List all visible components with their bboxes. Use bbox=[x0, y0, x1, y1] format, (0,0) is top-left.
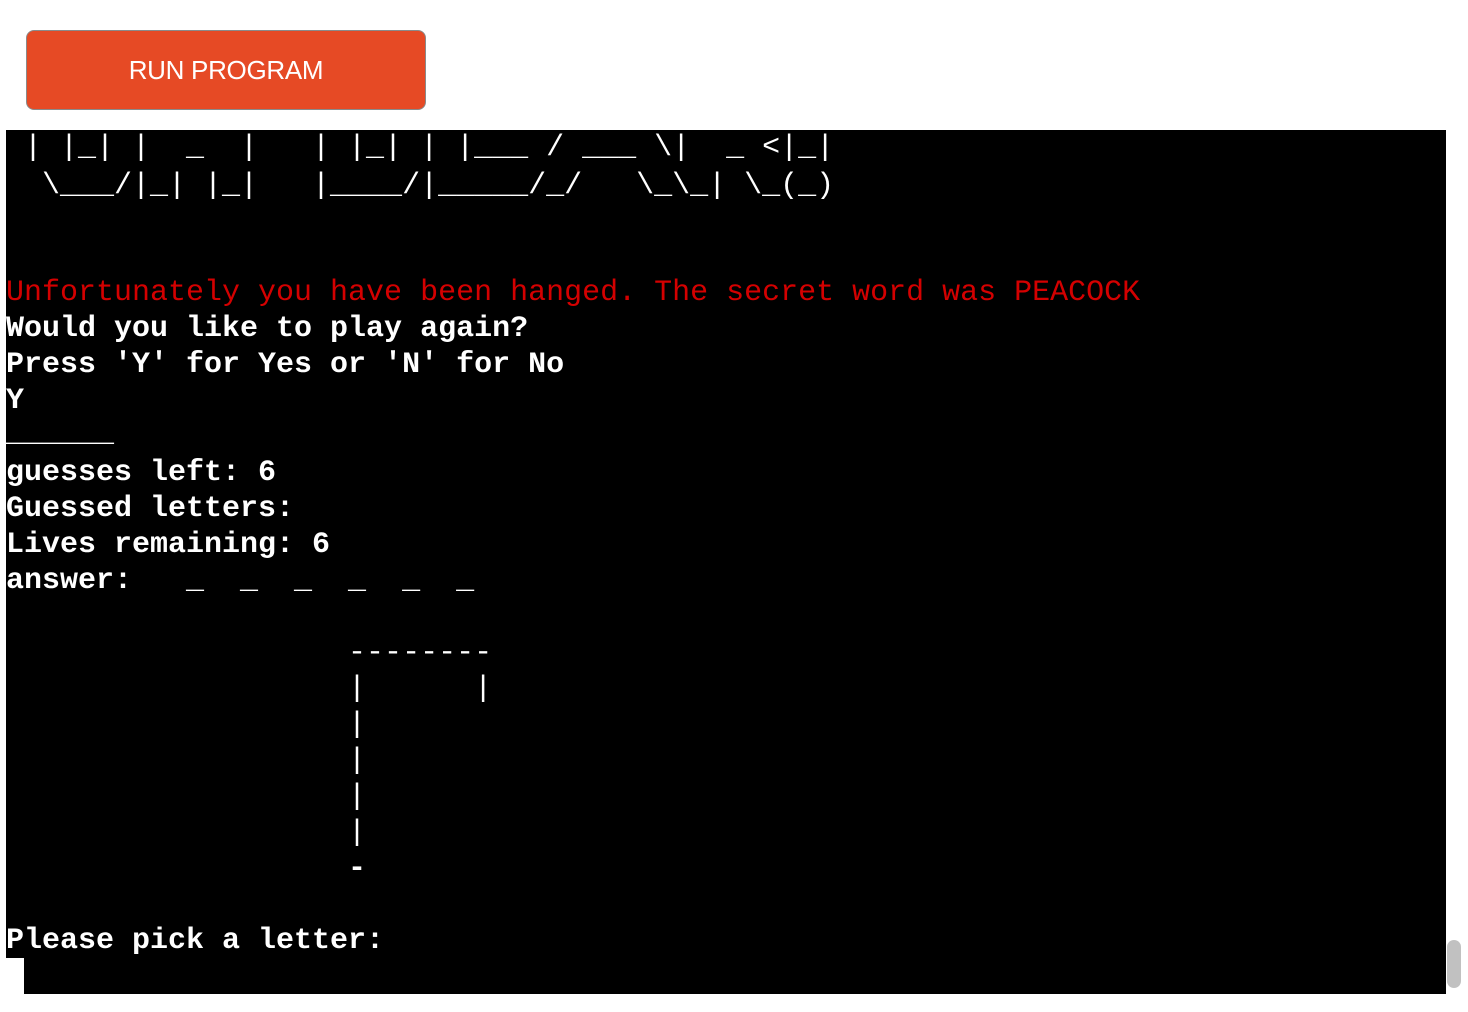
gallows-line: | bbox=[6, 708, 367, 742]
lost-message: Unfortunately you have been hanged. The … bbox=[6, 276, 1141, 310]
gallows-line: | bbox=[6, 816, 367, 850]
gallows-line: -------- bbox=[6, 636, 493, 670]
play-again-options: Press 'Y' for Yes or 'N' for No bbox=[6, 348, 565, 382]
scrollbar-thumb[interactable] bbox=[1447, 940, 1461, 988]
lives-remaining: Lives remaining: 6 bbox=[6, 528, 331, 562]
run-program-button[interactable]: RUN PROGRAM bbox=[26, 30, 426, 110]
separator-line: ______ bbox=[6, 417, 115, 451]
user-input-echo: Y bbox=[6, 384, 25, 418]
terminal-cursor-gap bbox=[0, 958, 24, 994]
ascii-banner-line: \___/|_| |_| |____/|_____/_/ \_\_| \_(_) bbox=[6, 169, 835, 203]
scrollbar-track[interactable] bbox=[1446, 130, 1468, 994]
guesses-left: guesses left: 6 bbox=[6, 456, 277, 490]
ascii-banner-line: | |_| | _ | | |_| | |___ / ___ \| _ <|_| bbox=[6, 131, 835, 165]
play-again-prompt: Would you like to play again? bbox=[6, 312, 529, 346]
guessed-letters: Guessed letters: bbox=[6, 492, 295, 526]
answer-line: answer: _ _ _ _ _ _ bbox=[6, 564, 475, 598]
gallows-line: | bbox=[6, 780, 367, 814]
pick-letter-prompt: Please pick a letter: bbox=[6, 924, 385, 958]
gallows-line: | | bbox=[6, 672, 493, 706]
gallows-line: - bbox=[6, 852, 367, 886]
gallows-line: | bbox=[6, 744, 367, 778]
terminal-output[interactable]: | |_| | _ | | |_| | |___ / ___ \| _ <|_|… bbox=[6, 130, 1446, 994]
